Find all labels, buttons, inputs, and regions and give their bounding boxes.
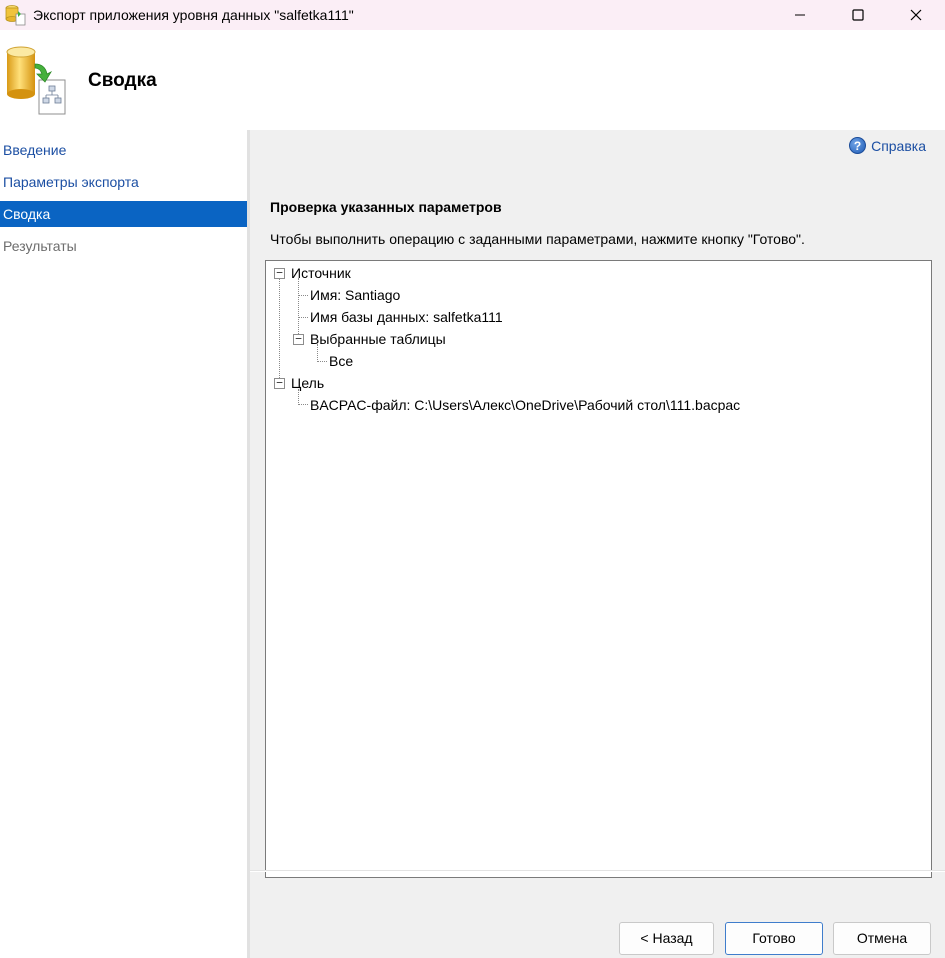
back-button[interactable]: < Назад [619, 922, 714, 955]
tree-node-bacpac-file[interactable]: BACPAC-файл: C:\Users\Алекс\OneDrive\Раб… [310, 396, 740, 414]
window-title: Экспорт приложения уровня данных "salfet… [33, 7, 354, 23]
help-link[interactable]: ? Справка [849, 137, 926, 154]
tree-connector [317, 361, 327, 362]
minimize-icon [795, 14, 805, 16]
database-export-icon [5, 42, 69, 118]
wizard-header: Сводка [0, 30, 945, 130]
collapse-toggle-icon[interactable]: − [293, 333, 304, 345]
collapse-toggle-icon[interactable]: − [274, 267, 285, 279]
footer-divider [250, 871, 945, 872]
tree-connector [298, 317, 308, 318]
cancel-button[interactable]: Отмена [833, 922, 931, 955]
section-heading: Проверка указанных параметров [270, 199, 502, 215]
help-label: Справка [871, 137, 926, 154]
main-panel: ? Справка Проверка указанных параметров … [250, 130, 945, 958]
maximize-button[interactable] [829, 0, 887, 30]
section-description: Чтобы выполнить операцию с заданными пар… [270, 231, 805, 247]
sidebar-item-results: Результаты [3, 238, 77, 254]
tree-node-database[interactable]: Имя базы данных: salfetka111 [310, 308, 503, 326]
minimize-button[interactable] [771, 0, 829, 30]
database-export-icon [5, 4, 27, 26]
tree-node-source[interactable]: Источник [291, 264, 351, 282]
tree-node-target[interactable]: Цель [291, 374, 324, 392]
page-title: Сводка [88, 70, 157, 91]
collapse-toggle-icon[interactable]: − [274, 377, 285, 389]
tree-node-tables-value[interactable]: Все [329, 352, 353, 370]
tree-node-name[interactable]: Имя: Santiago [310, 286, 400, 304]
window-controls [771, 0, 945, 30]
wizard-steps-sidebar: Введение Параметры экспорта Сводка Резул… [0, 130, 247, 958]
close-icon [910, 9, 922, 21]
sidebar-item-export-settings[interactable]: Параметры экспорта [0, 169, 247, 195]
sidebar-item-summary[interactable]: Сводка [0, 201, 247, 227]
help-icon: ? [849, 137, 867, 154]
finish-button[interactable]: Готово [725, 922, 823, 955]
summary-tree[interactable]: − Источник Имя: Santiago Имя базы данных… [265, 260, 932, 878]
sidebar-item-intro[interactable]: Введение [0, 137, 247, 163]
maximize-icon [852, 9, 864, 21]
title-bar: Экспорт приложения уровня данных "salfet… [0, 0, 945, 30]
tree-connector [279, 278, 280, 382]
tree-connector [298, 404, 308, 405]
close-button[interactable] [887, 0, 945, 30]
tree-connector [298, 295, 308, 296]
tree-node-selected-tables[interactable]: Выбранные таблицы [310, 330, 446, 348]
